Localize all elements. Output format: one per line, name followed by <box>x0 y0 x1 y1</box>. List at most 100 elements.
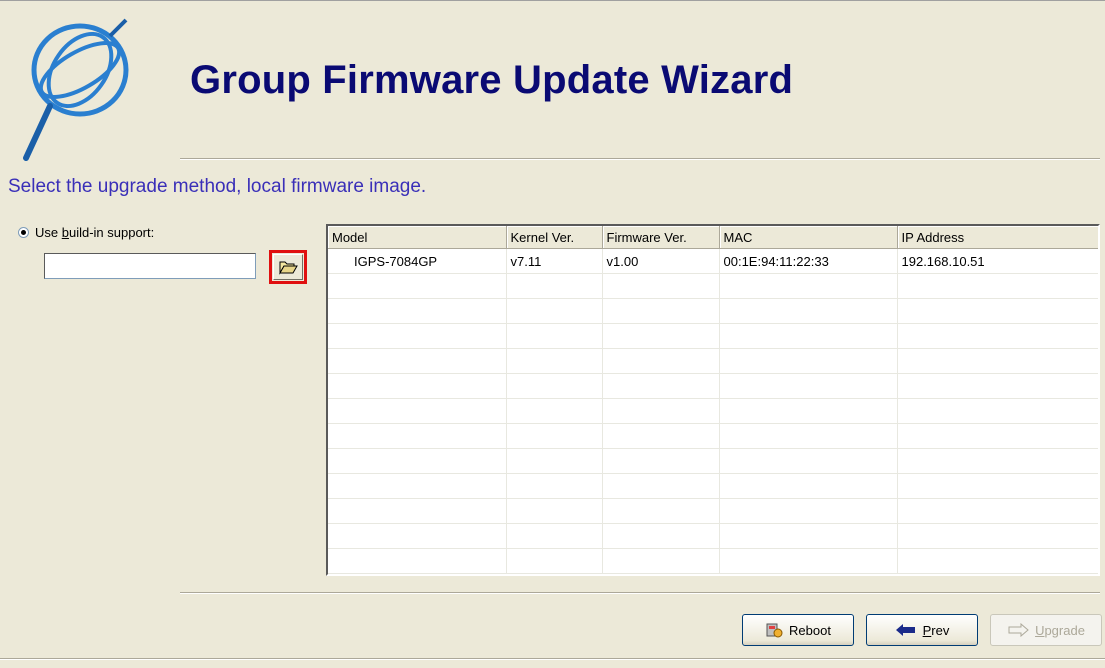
bottom-border <box>0 658 1105 660</box>
table-cell <box>328 523 507 549</box>
column-header[interactable]: MAC <box>719 226 898 249</box>
table-cell <box>602 298 720 324</box>
table-cell <box>602 398 720 424</box>
table-cell <box>602 448 720 474</box>
upgrade-label: Upgrade <box>1035 622 1085 638</box>
table-cell <box>897 373 1098 399</box>
table-cell <box>602 523 720 549</box>
table-cell <box>602 548 720 574</box>
footer-divider <box>180 592 1100 594</box>
column-header[interactable]: Kernel Ver. <box>506 226 603 249</box>
table-cell <box>602 473 720 499</box>
column-header[interactable]: IP Address <box>897 226 1098 249</box>
table-cell <box>602 498 720 524</box>
table-cell <box>506 298 603 324</box>
empty-row <box>328 548 1098 574</box>
column-header[interactable]: Model <box>328 226 507 249</box>
table-cell <box>506 423 603 449</box>
table-cell <box>719 548 898 574</box>
table-cell <box>897 423 1098 449</box>
table-cell <box>602 373 720 399</box>
table-header-row: Model Kernel Ver. Firmware Ver. MAC IP Addre… <box>328 226 1098 249</box>
table-cell <box>506 373 603 399</box>
page-title: Group Firmware Update Wizard <box>190 58 794 102</box>
empty-row <box>328 398 1098 424</box>
table-cell <box>328 498 507 524</box>
folder-open-icon <box>279 261 298 275</box>
table-cell <box>328 348 507 374</box>
table-row[interactable]: IGPS-7084GP v7.11 v1.00 00:1E:94:11:22:33 19… <box>328 248 1098 274</box>
table-cell <box>328 398 507 424</box>
table-cell <box>897 498 1098 524</box>
table-cell <box>719 273 898 299</box>
globe-magnifier-logo <box>23 18 129 161</box>
reboot-icon <box>766 623 783 638</box>
build-in-support-label: Use build-in support: <box>35 225 155 240</box>
build-in-support-option[interactable]: Use build-in support: <box>18 225 154 240</box>
column-header[interactable]: Firmware Ver. <box>602 226 720 249</box>
table-cell <box>328 298 507 324</box>
table-cell <box>897 298 1098 324</box>
empty-row <box>328 323 1098 349</box>
instructions-text: Select the upgrade method, local firmwar… <box>8 176 427 197</box>
table-cell <box>719 448 898 474</box>
device-table[interactable]: Model Kernel Ver. Firmware Ver. MAC IP Addre… <box>326 224 1100 576</box>
header-divider <box>180 158 1100 160</box>
prev-label: Prev <box>922 622 950 638</box>
empty-row <box>328 348 1098 374</box>
table-cell: 00:1E:94:11:22:33 <box>719 248 898 274</box>
table-cell <box>897 523 1098 549</box>
table-cell <box>719 498 898 524</box>
table-cell <box>328 423 507 449</box>
empty-row <box>328 498 1098 524</box>
arrow-right-icon <box>1008 623 1029 637</box>
table-cell <box>506 323 603 349</box>
table-cell <box>897 323 1098 349</box>
table-cell: v1.00 <box>602 248 720 274</box>
table-cell <box>719 323 898 349</box>
empty-row <box>328 473 1098 499</box>
table-cell <box>719 473 898 499</box>
table-cell <box>506 348 603 374</box>
upgrade-button[interactable]: Upgrade <box>990 614 1102 646</box>
empty-row <box>328 448 1098 474</box>
table-cell: IGPS-7084GP <box>328 248 507 274</box>
table-cell <box>897 473 1098 499</box>
arrow-left-icon <box>895 624 915 636</box>
table-cell <box>602 348 720 374</box>
table-cell <box>506 398 603 424</box>
table-cell <box>897 548 1098 574</box>
table-cell <box>719 523 898 549</box>
table-cell <box>897 398 1098 424</box>
table-cell: v7.11 <box>506 248 603 274</box>
table-cell <box>328 373 507 399</box>
table-cell <box>897 273 1098 299</box>
table-cell <box>602 423 720 449</box>
table-cell <box>328 323 507 349</box>
table-cell <box>328 548 507 574</box>
prev-button[interactable]: Prev <box>866 614 978 646</box>
table-cell <box>506 448 603 474</box>
table-cell <box>897 448 1098 474</box>
table-cell <box>328 448 507 474</box>
empty-row <box>328 298 1098 324</box>
table-cell <box>506 523 603 549</box>
table-cell <box>602 273 720 299</box>
table-cell <box>328 273 507 299</box>
table-cell <box>506 473 603 499</box>
table-cell <box>719 423 898 449</box>
table-cell <box>719 373 898 399</box>
table-cell <box>719 398 898 424</box>
top-border <box>0 0 1105 1</box>
table-cell <box>506 498 603 524</box>
build-in-support-radio[interactable] <box>18 227 29 238</box>
reboot-button[interactable]: Reboot <box>742 614 854 646</box>
table-cell <box>897 348 1098 374</box>
firmware-path-input[interactable] <box>44 253 256 279</box>
browse-button[interactable] <box>269 250 307 284</box>
reboot-label: Reboot <box>789 622 831 638</box>
table-cell <box>719 298 898 324</box>
empty-row <box>328 523 1098 549</box>
table-cell <box>506 273 603 299</box>
table-cell: 192.168.10.51 <box>897 248 1098 274</box>
